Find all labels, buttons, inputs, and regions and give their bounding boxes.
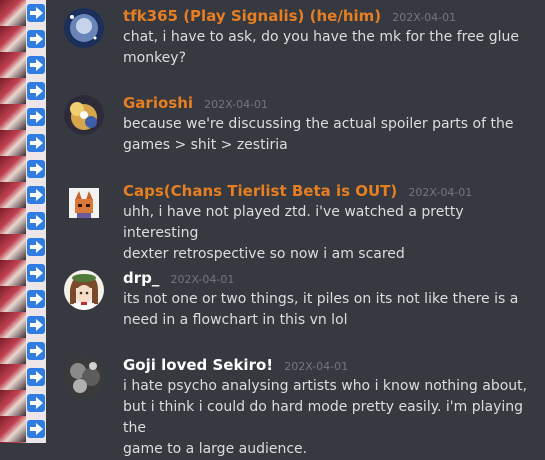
emoji-strip-cell xyxy=(0,364,46,390)
arrow-right-icon xyxy=(27,264,45,282)
message-timestamp: 202X-04-01 xyxy=(284,360,349,373)
arrow-right-icon xyxy=(27,160,45,178)
arrow-right-icon xyxy=(27,316,45,334)
anime-face-emoji-icon xyxy=(0,52,26,78)
arrow-right-icon xyxy=(27,186,45,204)
username[interactable]: Garioshi xyxy=(123,94,193,112)
arrow-right-icon xyxy=(27,238,45,256)
emoji-strip-cell xyxy=(0,26,46,52)
emoji-strip-cell xyxy=(0,260,46,286)
message-text-line: need in a flowchart in this vn lol xyxy=(123,312,348,328)
anime-face-emoji-icon xyxy=(0,182,26,208)
arrow-right-icon xyxy=(27,108,45,126)
message-text-line: monkey? xyxy=(123,50,187,66)
arrow-right-icon xyxy=(27,394,45,412)
emoji-strip-cell xyxy=(0,234,46,260)
anime-face-emoji-icon xyxy=(0,156,26,182)
arrow-right-icon xyxy=(27,134,45,152)
anime-face-emoji-icon xyxy=(0,260,26,286)
user-avatar[interactable] xyxy=(69,188,99,218)
username[interactable]: Caps(Chans Tierlist Beta is OUT) xyxy=(123,182,397,200)
username[interactable]: Goji loved Sekiro! xyxy=(123,356,273,374)
message-text-line: but i think i could do hard mode pretty … xyxy=(123,399,524,436)
emoji-strip-cell xyxy=(0,104,46,130)
emoji-strip-cell xyxy=(0,130,46,156)
user-avatar[interactable] xyxy=(64,270,104,310)
emoji-strip-cell xyxy=(0,0,46,26)
anime-face-emoji-icon xyxy=(0,26,26,52)
emoji-strip-cell xyxy=(0,156,46,182)
message-timestamp: 202X-04-01 xyxy=(204,98,269,111)
emoji-strip-cell xyxy=(0,182,46,208)
anime-face-emoji-icon xyxy=(0,234,26,260)
message-timestamp: 202X-04-01 xyxy=(392,11,457,24)
emoji-strip-cell xyxy=(0,52,46,78)
message-text-line: its not one or two things, it piles on i… xyxy=(123,291,519,307)
arrow-right-icon xyxy=(27,82,45,100)
anime-face-emoji-icon xyxy=(0,286,26,312)
user-avatar[interactable] xyxy=(64,95,104,135)
message-timestamp: 202X-04-01 xyxy=(170,273,235,286)
arrow-right-icon xyxy=(27,30,45,48)
arrow-right-icon xyxy=(27,212,45,230)
anime-face-emoji-icon xyxy=(0,364,26,390)
message-text-line: games > shit > zestiria xyxy=(123,137,288,153)
anime-face-emoji-icon xyxy=(0,312,26,338)
arrow-right-icon xyxy=(27,368,45,386)
anime-face-emoji-icon xyxy=(0,78,26,104)
message-timestamp: 202X-04-01 xyxy=(408,186,473,199)
arrow-right-icon xyxy=(27,56,45,74)
anime-face-emoji-icon xyxy=(0,104,26,130)
user-avatar[interactable] xyxy=(64,8,104,48)
emoji-strip-cell xyxy=(0,78,46,104)
anime-face-emoji-icon xyxy=(0,416,26,442)
message-text-line: i hate psycho analysing artists who i kn… xyxy=(123,378,528,394)
username[interactable]: tfk365 (Play Signalis) (he/him) xyxy=(123,7,381,25)
arrow-right-icon xyxy=(27,290,45,308)
arrow-right-icon xyxy=(27,4,45,22)
arrow-right-icon xyxy=(27,420,45,438)
arrow-right-icon xyxy=(27,342,45,360)
emoji-strip-cell xyxy=(0,416,46,442)
emoji-strip-cell xyxy=(0,390,46,416)
message-text-line: game to a large audience. xyxy=(123,441,308,457)
message-text-line: dexter retrospective so now i am scared xyxy=(123,246,405,262)
user-avatar[interactable] xyxy=(64,357,104,397)
username[interactable]: drp_ xyxy=(123,269,159,287)
message-text-line: chat, i have to ask, do you have the mk … xyxy=(123,29,520,45)
anime-face-emoji-icon xyxy=(0,0,26,26)
emoji-strip-cell xyxy=(0,312,46,338)
message-text-line: uhh, i have not played ztd. i've watched… xyxy=(123,204,464,241)
emoji-strip-cell xyxy=(0,208,46,234)
emoji-strip-cell xyxy=(0,286,46,312)
anime-face-emoji-icon xyxy=(0,390,26,416)
anime-face-emoji-icon xyxy=(0,338,26,364)
emoji-strip-cell xyxy=(0,338,46,364)
message-text-line: because we're discussing the actual spoi… xyxy=(123,116,514,132)
emoji-sidebar-strip xyxy=(0,0,46,443)
anime-face-emoji-icon xyxy=(0,130,26,156)
anime-face-emoji-icon xyxy=(0,208,26,234)
